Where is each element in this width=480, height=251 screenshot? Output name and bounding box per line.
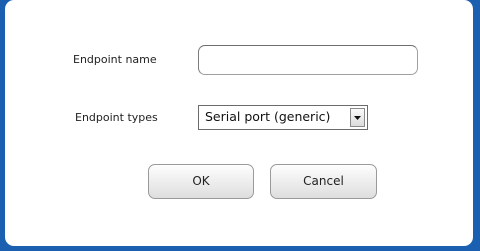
endpoint-types-selected-value: Serial port (generic) [205, 109, 331, 124]
dropdown-arrow-icon[interactable] [350, 108, 365, 127]
endpoint-name-input[interactable] [198, 45, 418, 75]
endpoint-types-select[interactable]: Serial port (generic) [198, 105, 368, 130]
endpoint-name-label: Endpoint name [73, 53, 157, 66]
ok-button[interactable]: OK [148, 164, 254, 199]
cancel-button[interactable]: Cancel [270, 164, 377, 199]
endpoint-types-label: Endpoint types [75, 111, 158, 124]
dialog-frame: Endpoint name Endpoint types Serial port… [0, 0, 480, 251]
dialog-panel: Endpoint name Endpoint types Serial port… [5, 0, 473, 246]
